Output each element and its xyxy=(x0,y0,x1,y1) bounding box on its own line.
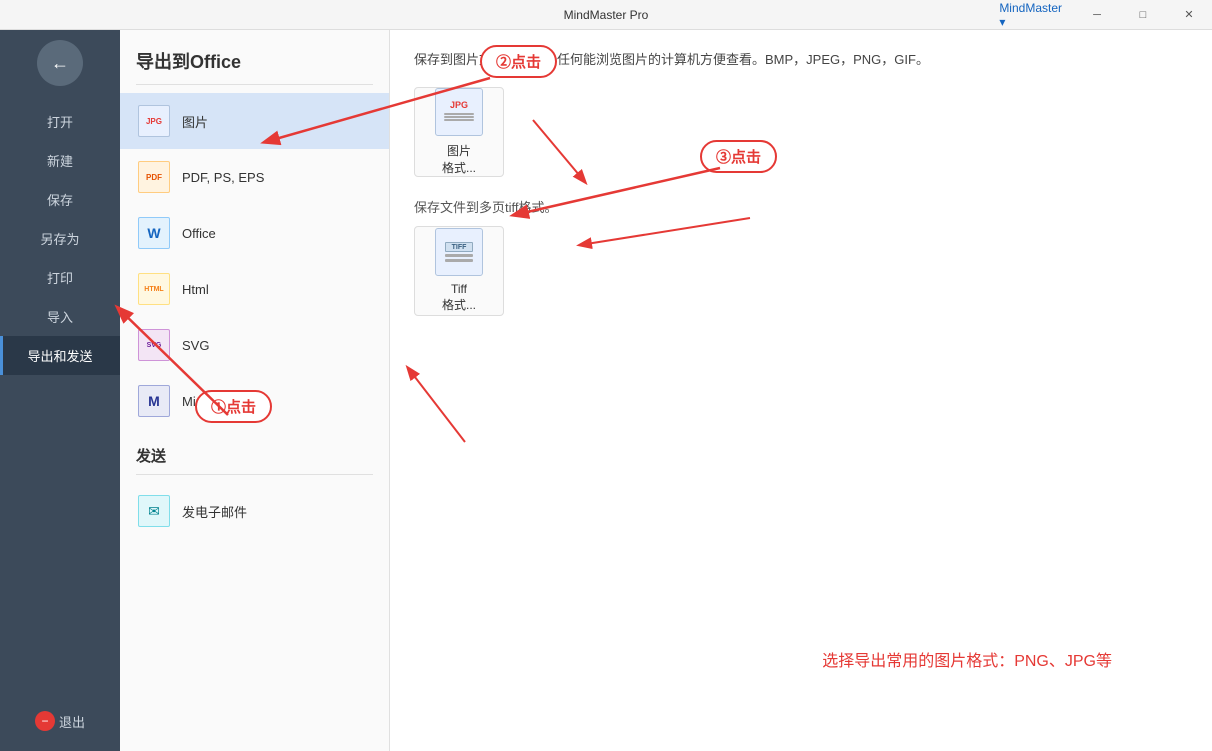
section-divider-1 xyxy=(136,84,373,85)
export-label: 导出和发送 xyxy=(27,346,92,365)
jpg-icon-graphic xyxy=(138,105,170,137)
middle-panel: 导出到Office 图片 PDF, PS, EPS Office xyxy=(120,30,390,751)
jpg-icon xyxy=(136,103,172,139)
bottom-annotation: 选择导出常用的图片格式：PNG、JPG等 xyxy=(822,647,1112,671)
svg-icon xyxy=(136,327,172,363)
back-icon: ← xyxy=(51,53,69,74)
import-label: 导入 xyxy=(47,307,73,326)
close-button[interactable]: ✕ xyxy=(1166,0,1212,30)
sidebar-item-saveas[interactable]: 另存为 xyxy=(0,219,120,258)
title-bar: MindMaster Pro MindMaster ▾ ─ □ ✕ xyxy=(0,0,1212,30)
pdf-icon-graphic xyxy=(138,161,170,193)
section-divider-2 xyxy=(136,474,373,475)
sidebar: ← 打开 新建 保存 另存为 打印 导入 导出和发送 − 退出 xyxy=(0,30,120,751)
tiff-icon-inner: TIFF xyxy=(445,242,473,262)
tiff-format-label: Tiff格式... xyxy=(442,282,476,313)
tiff-note: 保存文件到多页tiff格式。 xyxy=(414,197,1188,216)
jpg-large-icon: JPG xyxy=(435,88,483,136)
back-button[interactable]: ← xyxy=(37,40,83,86)
app-container: ← 打开 新建 保存 另存为 打印 导入 导出和发送 − 退出 导出到Offic xyxy=(0,30,1212,751)
pdf-icon xyxy=(136,159,172,195)
line2 xyxy=(444,116,474,118)
svg-label: SVG xyxy=(182,338,209,353)
word-icon xyxy=(136,215,172,251)
line3 xyxy=(444,119,474,121)
export-description: 保存到图片文件，可以让任何能浏览图片的计算机方便查看。BMP，JPEG，PNG，… xyxy=(414,50,1188,71)
sidebar-item-print[interactable]: 打印 xyxy=(0,258,120,297)
image-label: 图片 xyxy=(182,112,208,131)
minimize-button[interactable]: ─ xyxy=(1074,0,1120,30)
export-section-title: 导出到Office xyxy=(120,30,389,84)
html-label: Html xyxy=(182,282,209,297)
sidebar-item-export[interactable]: 导出和发送 xyxy=(0,336,120,375)
menu-item-email[interactable]: ✉ 发电子邮件 xyxy=(120,483,389,539)
mindmanager-label: MindManager xyxy=(182,394,262,409)
saveas-label: 另存为 xyxy=(40,229,79,248)
menu-item-svg[interactable]: SVG xyxy=(120,317,389,373)
email-icon: ✉ xyxy=(136,493,172,529)
new-label: 新建 xyxy=(47,151,73,170)
tiff-format-grid: TIFF Tiff格式... xyxy=(414,226,1188,316)
format-grid: JPG 图片格式... xyxy=(414,87,1188,177)
tiff-line2 xyxy=(445,259,473,262)
jpg-top-label: JPG xyxy=(450,100,468,110)
tiff-large-icon: TIFF xyxy=(435,228,483,276)
sidebar-item-new[interactable]: 新建 xyxy=(0,141,120,180)
menu-item-image[interactable]: 图片 xyxy=(120,93,389,149)
email-icon-graphic: ✉ xyxy=(138,495,170,527)
html-icon-graphic xyxy=(138,273,170,305)
export-title-text: 导出到Office xyxy=(136,52,241,72)
format-item-tiff[interactable]: TIFF Tiff格式... xyxy=(414,226,504,316)
svg-icon-graphic xyxy=(138,329,170,361)
app-title: MindMaster Pro xyxy=(564,8,649,22)
format-item-jpg[interactable]: JPG 图片格式... xyxy=(414,87,504,177)
user-link[interactable]: MindMaster ▾ xyxy=(999,1,1062,29)
content-panel: 保存到图片文件，可以让任何能浏览图片的计算机方便查看。BMP，JPEG，PNG，… xyxy=(390,30,1212,751)
html-icon xyxy=(136,271,172,307)
tiff-line1 xyxy=(445,254,473,257)
line1 xyxy=(444,113,474,115)
send-section-title: 发送 xyxy=(120,429,389,474)
save-label: 保存 xyxy=(47,190,73,209)
sidebar-item-import[interactable]: 导入 xyxy=(0,297,120,336)
menu-item-html[interactable]: Html xyxy=(120,261,389,317)
jpg-format-label: 图片格式... xyxy=(442,142,476,176)
maximize-button[interactable]: □ xyxy=(1120,0,1166,30)
menu-item-mindmanager[interactable]: MindManager xyxy=(120,373,389,429)
window-controls: MindMaster ▾ ─ □ ✕ xyxy=(1074,0,1212,29)
menu-item-office[interactable]: Office xyxy=(120,205,389,261)
open-label: 打开 xyxy=(47,112,73,131)
sidebar-item-save[interactable]: 保存 xyxy=(0,180,120,219)
office-label: Office xyxy=(182,226,216,241)
exit-icon: − xyxy=(35,711,55,731)
exit-item[interactable]: − 退出 xyxy=(0,701,120,741)
print-label: 打印 xyxy=(47,268,73,287)
menu-item-pdf[interactable]: PDF, PS, EPS xyxy=(120,149,389,205)
exit-label: 退出 xyxy=(59,712,85,731)
pdf-label: PDF, PS, EPS xyxy=(182,170,264,185)
mind-icon-graphic xyxy=(138,385,170,417)
email-label: 发电子邮件 xyxy=(182,502,247,521)
send-title-text: 发送 xyxy=(136,448,166,465)
mind-icon xyxy=(136,383,172,419)
sidebar-item-open[interactable]: 打开 xyxy=(0,102,120,141)
word-icon-graphic xyxy=(138,217,170,249)
jpg-lines xyxy=(441,110,477,124)
tiff-label-box: TIFF xyxy=(445,242,473,252)
